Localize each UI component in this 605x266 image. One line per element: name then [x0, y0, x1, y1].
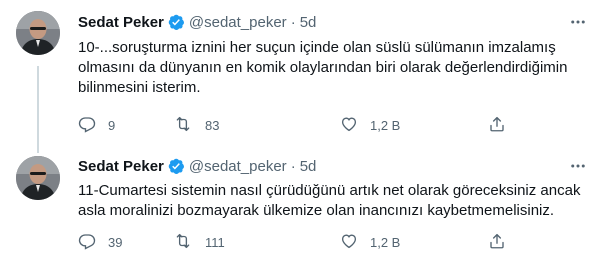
- like-count: 1,2 B: [370, 117, 401, 133]
- tweet-actions: 39 111 1,2 B: [78, 232, 508, 252]
- retweet-icon: [173, 232, 205, 253]
- verified-badge-icon: [167, 157, 185, 175]
- separator-dot: ·: [290, 13, 296, 31]
- separator-dot: ·: [290, 157, 296, 175]
- retweet-count: 83: [205, 117, 220, 133]
- author-name[interactable]: Sedat Peker: [78, 14, 164, 31]
- share-button[interactable]: [488, 232, 518, 252]
- reply-icon: [78, 232, 108, 253]
- tweet-actions: 9 83 1,2 B: [78, 115, 508, 135]
- tweet-text: 10-...soruşturma iznini her suçun içinde…: [78, 39, 568, 96]
- share-icon: [488, 115, 518, 136]
- like-icon: [340, 232, 370, 253]
- more-icon[interactable]: [567, 13, 589, 31]
- author-handle[interactable]: @sedat_peker: [189, 158, 287, 175]
- like-button[interactable]: 1,2 B: [340, 115, 400, 135]
- reply-button[interactable]: 39: [78, 232, 122, 252]
- tweet-header: Sedat Peker @sedat_peker · 5d: [78, 156, 316, 176]
- like-count: 1,2 B: [370, 234, 401, 250]
- reply-count: 9: [108, 117, 116, 133]
- like-icon: [340, 115, 370, 136]
- timestamp[interactable]: 5d: [300, 14, 317, 31]
- timestamp[interactable]: 5d: [300, 158, 317, 175]
- reply-button[interactable]: 9: [78, 115, 115, 135]
- reply-count: 39: [108, 234, 123, 250]
- author-name[interactable]: Sedat Peker: [78, 158, 164, 175]
- tweet-text: 11-Cumartesi sistemin nasıl çürüdüğünü a…: [78, 182, 581, 219]
- verified-badge-icon: [167, 13, 185, 31]
- avatar[interactable]: [16, 11, 60, 55]
- retweet-count: 111: [205, 234, 225, 250]
- retweet-button[interactable]: 83: [173, 115, 219, 135]
- avatar[interactable]: [16, 156, 60, 200]
- more-icon[interactable]: [567, 157, 589, 175]
- retweet-icon: [173, 115, 205, 136]
- tweet[interactable]: Sedat Peker @sedat_peker · 5d 11-Cumarte…: [0, 150, 605, 266]
- reply-icon: [78, 115, 108, 136]
- author-handle[interactable]: @sedat_peker: [189, 14, 287, 31]
- tweet-header: Sedat Peker @sedat_peker · 5d: [78, 12, 316, 32]
- share-button[interactable]: [488, 115, 518, 135]
- like-button[interactable]: 1,2 B: [340, 232, 400, 252]
- share-icon: [488, 232, 518, 253]
- tweet[interactable]: Sedat Peker @sedat_peker · 5d 10-...soru…: [0, 0, 605, 150]
- retweet-button[interactable]: 111: [173, 232, 225, 252]
